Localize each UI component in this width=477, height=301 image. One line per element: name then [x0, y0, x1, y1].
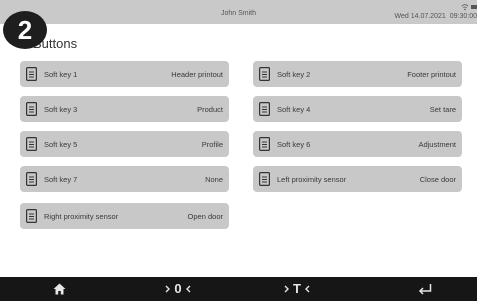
tare-label: T — [293, 281, 301, 296]
status-time: 09:30:00 — [449, 13, 477, 20]
wifi-icon — [461, 4, 469, 11]
document-icon — [259, 137, 270, 151]
key-label: Soft key 6 — [277, 140, 311, 149]
zero-label: 0 — [174, 281, 182, 296]
key-value: Open door — [187, 212, 223, 221]
status-icons — [459, 3, 477, 13]
document-icon — [259, 102, 270, 116]
soft-key-3-button[interactable]: Soft key 3 Product — [20, 96, 229, 122]
home-button[interactable] — [34, 277, 84, 301]
key-label: Soft key 5 — [44, 140, 78, 149]
key-label: Soft key 1 — [44, 70, 78, 79]
document-icon — [259, 67, 270, 81]
key-value: Header printout — [171, 70, 223, 79]
soft-key-6-button[interactable]: Soft key 6 Adjustment — [253, 131, 462, 157]
soft-key-5-button[interactable]: Soft key 5 Profile — [20, 131, 229, 157]
key-value: Close door — [419, 175, 456, 184]
key-value: Set tare — [429, 105, 456, 114]
document-icon — [259, 172, 270, 186]
home-icon — [53, 283, 65, 295]
key-label: Soft key 3 — [44, 105, 78, 114]
status-bar: John Smith Wed 14.07.2021 09:30:00 — [0, 0, 477, 24]
key-label: Left proximity sensor — [277, 175, 347, 184]
document-icon — [26, 67, 37, 81]
key-label: Soft key 4 — [277, 105, 311, 114]
key-label: Right proximity sensor — [44, 212, 119, 221]
bottom-nav-bar: 0 T — [0, 277, 477, 301]
key-label: Soft key 2 — [277, 70, 311, 79]
status-date: Wed 14.07.2021 — [394, 13, 446, 20]
soft-key-2-button[interactable]: Soft key 2 Footer printout — [253, 61, 462, 87]
key-value: Product — [197, 105, 223, 114]
battery-icon — [471, 5, 477, 9]
soft-key-4-button[interactable]: Soft key 4 Set tare — [253, 96, 462, 122]
step-badge: 2 — [3, 11, 47, 49]
key-value: Profile — [201, 140, 223, 149]
document-icon — [26, 102, 37, 116]
enter-button[interactable] — [400, 277, 450, 301]
key-value: Adjustment — [418, 140, 456, 149]
enter-icon — [418, 284, 432, 295]
soft-key-1-button[interactable]: Soft key 1 Header printout — [20, 61, 229, 87]
document-icon — [26, 209, 37, 223]
left-proximity-sensor-button[interactable]: Left proximity sensor Close door — [253, 166, 462, 192]
key-label: Soft key 7 — [44, 175, 78, 184]
document-icon — [26, 172, 37, 186]
zero-button[interactable]: 0 — [153, 277, 203, 301]
document-icon — [26, 137, 37, 151]
soft-key-7-button[interactable]: Soft key 7 None — [20, 166, 229, 192]
key-value: None — [205, 175, 223, 184]
right-proximity-sensor-button[interactable]: Right proximity sensor Open door — [20, 203, 229, 229]
key-value: Footer printout — [407, 70, 456, 79]
date-time: Wed 14.07.2021 09:30:00 — [395, 13, 477, 20]
tare-button[interactable]: T — [272, 277, 322, 301]
